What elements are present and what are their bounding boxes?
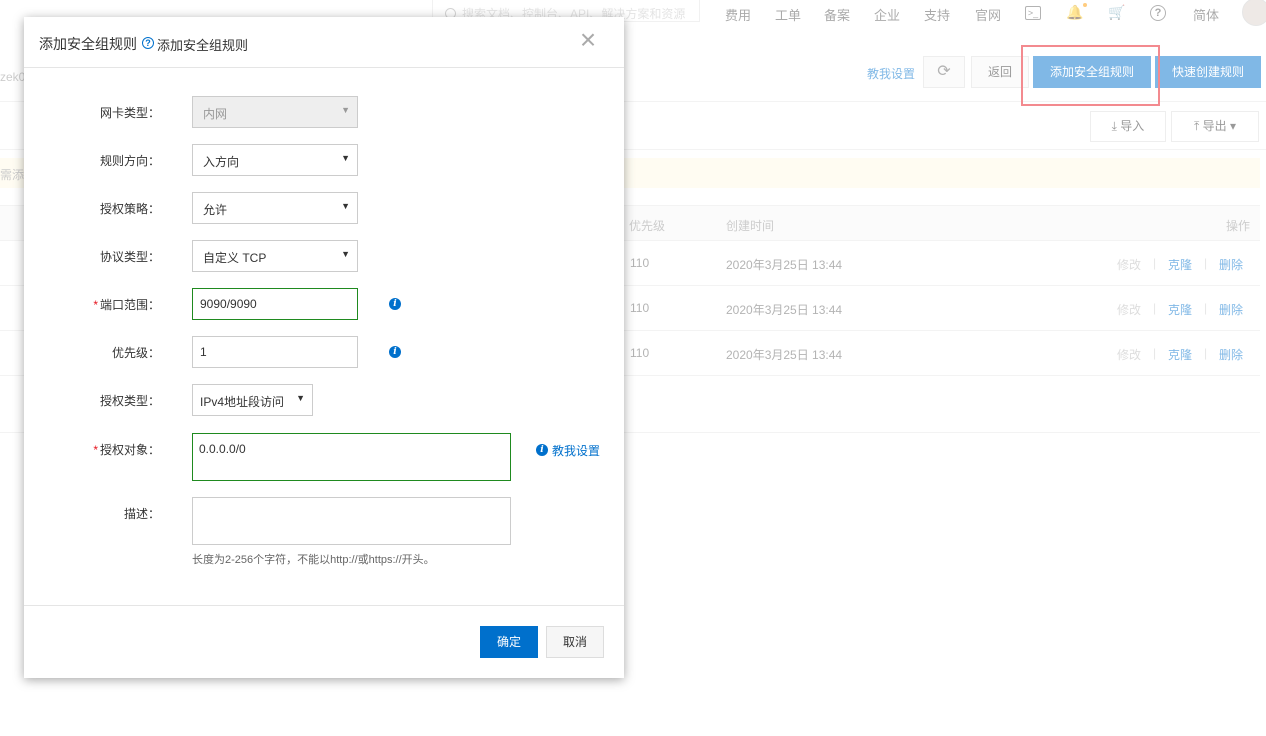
protocol-select[interactable]: 自定义 TCP ▼ bbox=[192, 240, 358, 272]
add-rule-dialog: 添加安全组规则 ? 添加安全组规则 × 网卡类型： 内网 ▼ 规则方向： 入方向… bbox=[24, 17, 624, 678]
info-icon[interactable]: i bbox=[536, 444, 548, 456]
protocol-label: 协议类型： bbox=[99, 250, 160, 264]
required-mark: * bbox=[93, 298, 98, 312]
port-range-label-text: 端口范围： bbox=[99, 298, 160, 312]
question-icon[interactable]: ? bbox=[142, 37, 154, 49]
nic-type-select: 内网 ▼ bbox=[192, 96, 358, 128]
info-icon[interactable]: i bbox=[389, 346, 401, 358]
auth-object-textarea[interactable]: 0.0.0.0/0 bbox=[192, 433, 511, 481]
auth-type-select[interactable]: IPv4地址段访问 ▼ bbox=[192, 384, 313, 416]
chevron-down-icon: ▼ bbox=[341, 201, 350, 211]
chevron-down-icon: ▼ bbox=[296, 393, 305, 403]
priority-input[interactable]: 1 bbox=[192, 336, 358, 368]
chevron-down-icon: ▼ bbox=[341, 105, 350, 115]
description-hint: 长度为2-256个字符，不能以http://或https://开头。 bbox=[192, 554, 435, 566]
description-textarea[interactable] bbox=[192, 497, 511, 545]
direction-label: 规则方向： bbox=[99, 154, 160, 168]
dialog-title: 添加安全组规则 bbox=[39, 36, 137, 52]
chevron-down-icon: ▼ bbox=[341, 153, 350, 163]
direction-value: 入方向 bbox=[203, 155, 240, 169]
nic-type-value: 内网 bbox=[203, 107, 228, 121]
auth-object-label: * 授权对象： bbox=[48, 441, 160, 458]
port-range-label: * 端口范围： bbox=[48, 296, 160, 313]
dialog-help-link[interactable]: 添加安全组规则 bbox=[157, 35, 248, 54]
teach-me-link[interactable]: 教我设置 bbox=[552, 442, 600, 459]
priority-label: 优先级： bbox=[111, 346, 160, 360]
dialog-header: 添加安全组规则 ? 添加安全组规则 × bbox=[24, 17, 624, 68]
page: 搜索文档、控制台、API、解决方案和资源 费用 工单 备案 企业 支持 官网 >… bbox=[0, 0, 1266, 736]
direction-select[interactable]: 入方向 ▼ bbox=[192, 144, 358, 176]
port-range-input[interactable]: 9090/9090 bbox=[192, 288, 358, 320]
chevron-down-icon: ▼ bbox=[341, 249, 350, 259]
dialog-footer-divider bbox=[24, 605, 624, 606]
policy-select[interactable]: 允许 ▼ bbox=[192, 192, 358, 224]
auth-object-label-text: 授权对象： bbox=[99, 443, 160, 457]
description-label: 描述： bbox=[123, 507, 160, 521]
confirm-button[interactable]: 确定 bbox=[480, 626, 538, 658]
required-mark: * bbox=[93, 443, 98, 457]
close-icon[interactable]: × bbox=[577, 26, 599, 54]
nic-type-label: 网卡类型： bbox=[99, 106, 160, 120]
policy-label: 授权策略： bbox=[99, 202, 160, 216]
policy-value: 允许 bbox=[203, 203, 228, 217]
auth-type-value: IPv4地址段访问 bbox=[200, 395, 285, 409]
cancel-button[interactable]: 取消 bbox=[546, 626, 604, 658]
protocol-value: 自定义 TCP bbox=[203, 251, 267, 265]
auth-type-label: 授权类型： bbox=[99, 394, 160, 408]
info-icon[interactable]: i bbox=[389, 298, 401, 310]
